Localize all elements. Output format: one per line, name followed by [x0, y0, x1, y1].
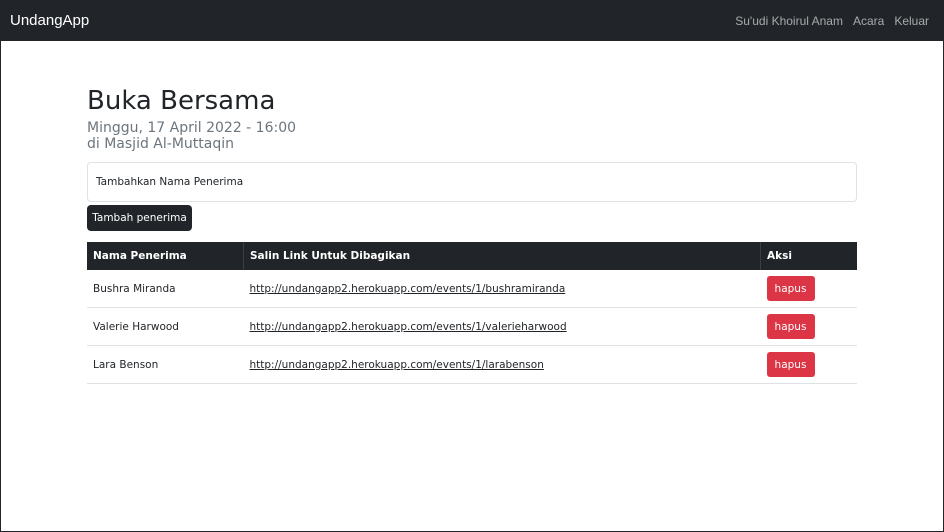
- nav-link-user[interactable]: Su'udi Khoirul Anam: [735, 14, 843, 28]
- share-link-cell: http://undangapp2.herokuapp.com/events/1…: [243, 307, 761, 346]
- recipient-name: Valerie Harwood: [87, 307, 244, 346]
- share-link-cell: http://undangapp2.herokuapp.com/events/1…: [243, 345, 761, 384]
- delete-button[interactable]: hapus: [766, 352, 815, 377]
- add-recipient-button[interactable]: Tambah penerima: [87, 205, 192, 231]
- action-cell: hapus: [760, 270, 857, 308]
- table-row: Bushra Miranda http://undangapp2.herokua…: [87, 270, 857, 308]
- nav-link-events[interactable]: Acara: [853, 14, 884, 28]
- share-link[interactable]: http://undangapp2.herokuapp.com/events/1…: [250, 359, 544, 371]
- share-link[interactable]: http://undangapp2.herokuapp.com/events/1…: [250, 321, 567, 333]
- recipient-name-input[interactable]: [87, 162, 857, 202]
- event-place: di Masjid Al-Muttaqin: [87, 136, 234, 152]
- table-header-row: Nama Penerima Salin Link Untuk Dibagikan…: [87, 242, 857, 270]
- table-row: Valerie Harwood http://undangapp2.heroku…: [87, 307, 857, 346]
- header-recipient-name: Nama Penerima: [87, 242, 244, 270]
- delete-button[interactable]: hapus: [766, 276, 815, 301]
- action-cell: hapus: [760, 307, 857, 346]
- nav-links: Su'udi Khoirul Anam Acara Keluar: [735, 14, 929, 28]
- header-share-link: Salin Link Untuk Dibagikan: [243, 242, 761, 270]
- share-link-cell: http://undangapp2.herokuapp.com/events/1…: [243, 270, 761, 308]
- event-title: Buka Bersama: [87, 86, 276, 116]
- navbar: UndangApp Su'udi Khoirul Anam Acara Kelu…: [1, 1, 943, 41]
- action-cell: hapus: [760, 345, 857, 384]
- table-row: Lara Benson http://undangapp2.herokuapp.…: [87, 345, 857, 384]
- brand-logo[interactable]: UndangApp: [10, 12, 89, 29]
- nav-link-logout[interactable]: Keluar: [894, 14, 929, 28]
- recipient-name: Lara Benson: [87, 345, 244, 384]
- event-date: Minggu, 17 April 2022 - 16:00: [87, 120, 297, 136]
- share-link[interactable]: http://undangapp2.herokuapp.com/events/1…: [250, 283, 566, 295]
- recipient-name: Bushra Miranda: [87, 270, 244, 308]
- delete-button[interactable]: hapus: [766, 314, 815, 339]
- recipients-table: Nama Penerima Salin Link Untuk Dibagikan…: [87, 242, 857, 384]
- header-action: Aksi: [760, 242, 857, 270]
